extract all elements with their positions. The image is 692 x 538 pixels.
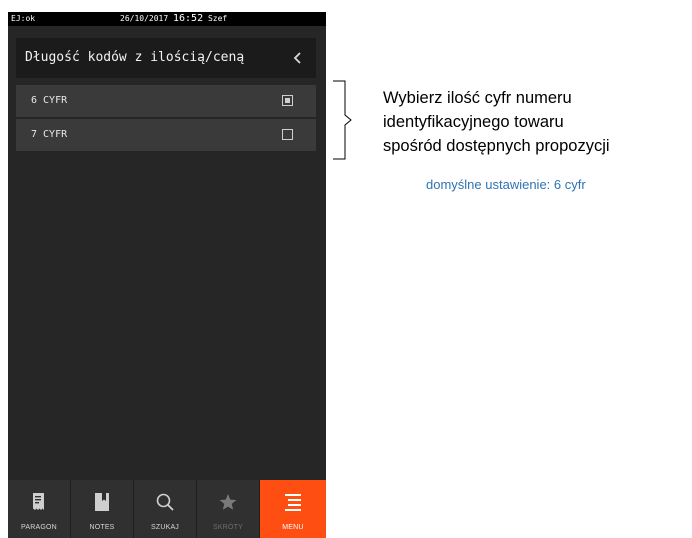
chevron-left-icon[interactable] <box>286 46 310 70</box>
checkbox-fill <box>285 98 290 103</box>
pos-screen: EJ:ok 26/10/2017 16:52 Szef Długość kodó… <box>8 12 326 538</box>
nav-menu[interactable]: MENU <box>260 480 326 538</box>
star-icon <box>217 491 239 513</box>
ej-status: EJ:ok <box>11 14 36 23</box>
nav-szukaj[interactable]: SZUKAJ <box>134 480 197 538</box>
option-6-cyfr[interactable]: 6 CYFR <box>16 85 316 117</box>
nav-paragon[interactable]: PARAGON <box>8 480 71 538</box>
page-header: Długość kodów z ilością/ceną <box>16 38 316 78</box>
nav-label: NOTES <box>89 524 115 531</box>
checkbox-checked-icon[interactable] <box>282 95 293 106</box>
nav-label: SKRÓTY <box>213 524 243 531</box>
status-bar: EJ:ok 26/10/2017 16:52 Szef <box>8 12 326 26</box>
datetime: 26/10/2017 16:52 Szef <box>120 12 227 26</box>
default-setting-note: domyślne ustawienie: 6 cyfr <box>426 177 586 192</box>
nav-label: PARAGON <box>21 524 57 531</box>
option-label: 6 CYFR <box>31 95 68 106</box>
status-user: Szef <box>207 14 228 23</box>
instruction-line: Wybierz ilość cyfr numeru <box>383 89 572 107</box>
search-icon <box>154 491 176 513</box>
page-title: Długość kodów z ilością/ceną <box>25 50 245 65</box>
instruction-line: spośród dostępnych propozycji <box>383 137 610 155</box>
menu-icon <box>282 491 304 513</box>
bookmark-icon <box>91 491 113 513</box>
brace-icon <box>333 80 352 160</box>
bottom-nav: PARAGON NOTES SZUKAJ SKRÓTY MENU <box>8 480 326 538</box>
nav-notes[interactable]: NOTES <box>71 480 134 538</box>
nav-label: MENU <box>282 524 304 531</box>
option-label: 7 CYFR <box>31 129 68 140</box>
nav-label: SZUKAJ <box>150 524 180 531</box>
instruction-line: identyfikacyjnego towaru <box>383 113 564 131</box>
option-7-cyfr[interactable]: 7 CYFR <box>16 119 316 151</box>
receipt-icon <box>28 491 50 513</box>
checkbox-empty-icon[interactable] <box>282 129 293 140</box>
status-date: 26/10/2017 <box>120 14 169 23</box>
nav-skroty[interactable]: SKRÓTY <box>197 480 260 538</box>
instruction-text: Wybierz ilość cyfr numeru identyfikacyjn… <box>383 86 683 158</box>
status-time: 16:52 <box>173 13 204 24</box>
